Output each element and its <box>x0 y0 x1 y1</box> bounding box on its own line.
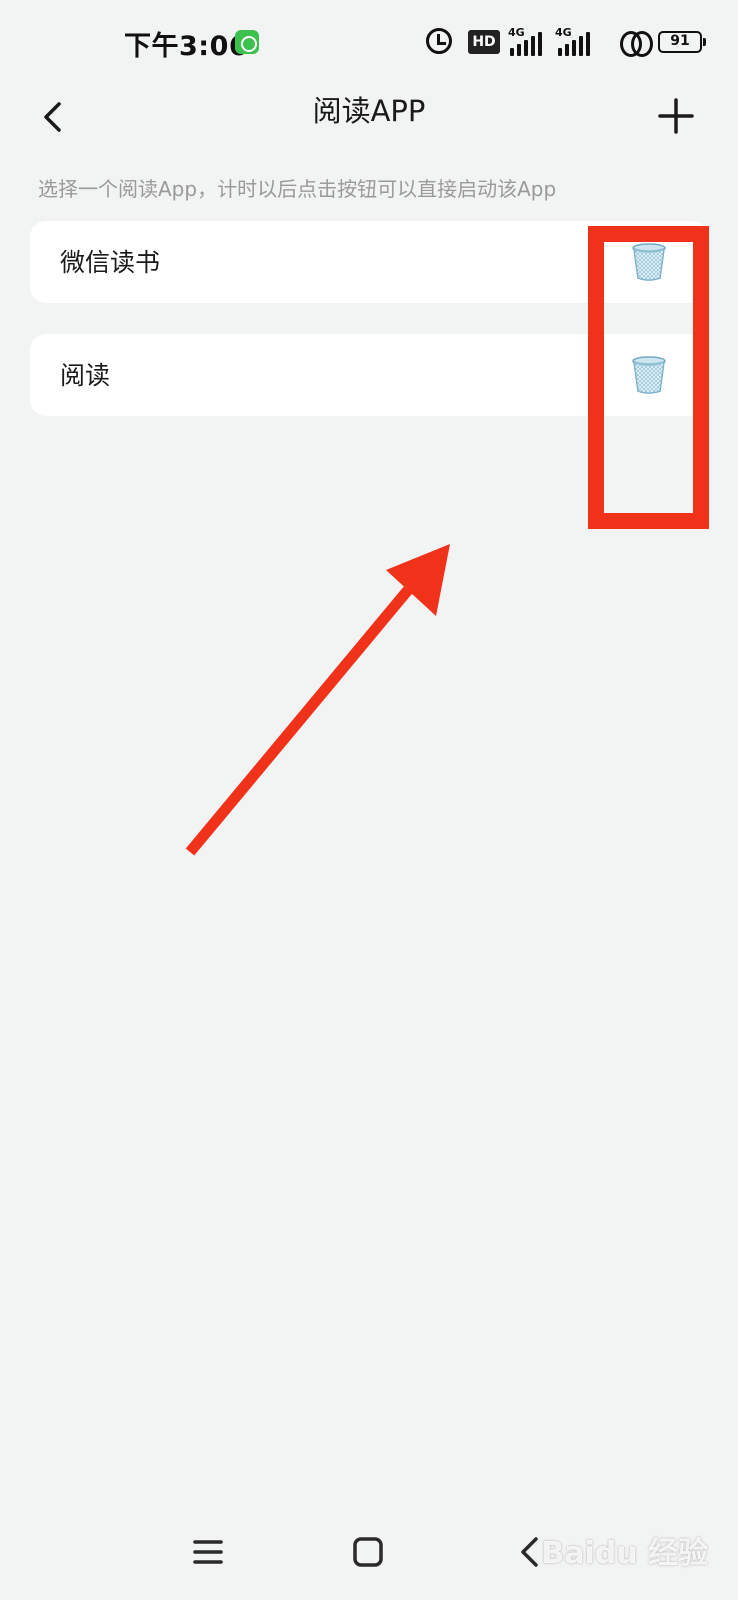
home-icon <box>353 1537 383 1567</box>
list-item[interactable]: 阅读 <box>30 334 708 416</box>
trash-icon <box>632 356 666 394</box>
chevron-left-icon <box>44 102 61 132</box>
trash-icon <box>632 243 666 281</box>
alarm-icon <box>426 28 452 54</box>
page-description: 选择一个阅读App，计时以后点击按钮可以直接启动该App <box>38 177 557 201</box>
signal-icon <box>552 30 590 56</box>
title-bar: 阅读APP <box>0 84 738 164</box>
list-item[interactable]: 微信读书 <box>30 221 708 303</box>
hd-icon: HD <box>468 30 500 54</box>
link-icon <box>620 28 653 57</box>
status-bar: 下午3:06 HD 4G 4G 91 <box>0 0 738 84</box>
home-button[interactable] <box>346 1530 390 1574</box>
status-time: 下午3:06 <box>124 31 249 62</box>
reading-app-list: 微信读书 阅读 <box>30 221 708 447</box>
back-button[interactable] <box>30 92 80 142</box>
delete-button[interactable] <box>630 355 668 395</box>
green-app-icon <box>235 30 259 54</box>
annotation-arrow-icon <box>185 544 450 856</box>
delete-button[interactable] <box>630 242 668 282</box>
battery-icon: 91 <box>658 31 706 53</box>
app-name: 微信读书 <box>60 248 161 277</box>
page-title: 阅读APP <box>312 94 426 128</box>
screen: 下午3:06 HD 4G 4G 91 阅读APP 选择一个阅读App，计时以后点… <box>0 0 738 1600</box>
recent-apps-button[interactable] <box>186 1530 230 1574</box>
back-icon <box>521 1537 538 1567</box>
system-nav-bar <box>0 1500 738 1600</box>
system-back-button[interactable] <box>508 1530 552 1574</box>
signal-icon <box>502 30 542 56</box>
plus-icon <box>658 98 694 134</box>
app-name: 阅读 <box>60 361 111 390</box>
add-app-button[interactable] <box>650 90 702 142</box>
menu-icon <box>193 1540 223 1564</box>
